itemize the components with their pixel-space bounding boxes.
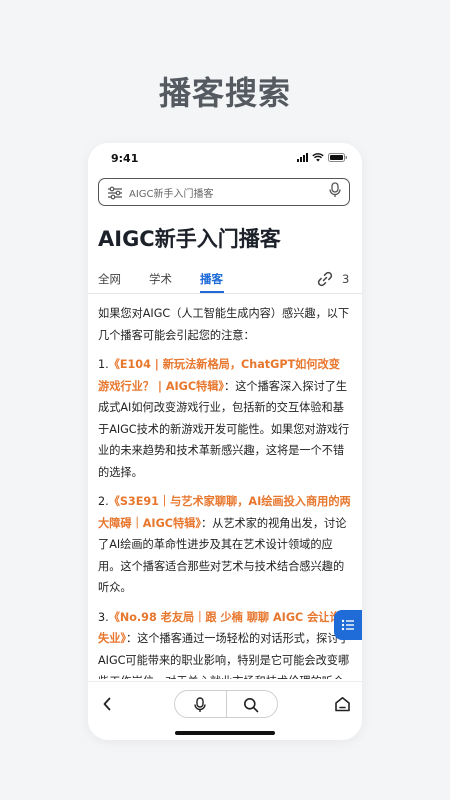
search-input[interactable]: AIGC新手入门播客 xyxy=(98,178,350,206)
tab-all[interactable]: 全网 xyxy=(98,271,121,287)
source-count[interactable]: 3 xyxy=(342,272,349,286)
search-query[interactable]: AIGC新手入门播客 xyxy=(129,185,329,200)
home-indicator xyxy=(175,731,275,735)
outline-button[interactable] xyxy=(334,610,362,640)
battery-icon xyxy=(328,153,348,162)
bottom-toolbar xyxy=(88,681,362,728)
item-description: ：这个播客通过一场轻松的对话形式，探讨了AIGC可能带来的职业影响，特别是它可能… xyxy=(98,632,350,679)
back-icon[interactable] xyxy=(102,696,112,715)
signal-icon xyxy=(297,153,308,162)
tab-bar: 全网 学术 播客 3 xyxy=(88,265,362,294)
answer-intro: 如果您对AIGC（人工智能生成内容）感兴趣，以下几个播客可能会引起您的注意： xyxy=(98,307,350,342)
tab-academic[interactable]: 学术 xyxy=(149,271,172,287)
answer-content: 如果您对AIGC（人工智能生成内容）感兴趣，以下几个播客可能会引起您的注意： 1… xyxy=(98,303,351,679)
pill-divider xyxy=(226,691,227,717)
list-item: 1.《E104 | 新玩法新格局，ChatGPT如何改变游戏行业？ | AIGC… xyxy=(98,354,351,483)
voice-search-pill xyxy=(174,690,278,718)
status-icons xyxy=(297,153,348,162)
tab-podcast[interactable]: 播客 xyxy=(200,271,223,287)
status-time: 9:41 xyxy=(111,152,139,165)
promo-title: 播客搜索 xyxy=(158,74,291,112)
item-number: 2. xyxy=(98,495,109,508)
item-description: ：这个播客深入探讨了生成式AI如何改变游戏行业，包括新的交互体验和基于AIGC技… xyxy=(98,379,350,479)
filter-icon[interactable] xyxy=(107,185,123,200)
list-item: 2.《S3E91｜与艺术家聊聊，AI绘画投入商用的两大障碍｜AIGC特辑》：从艺… xyxy=(98,491,351,599)
item-number: 3. xyxy=(98,610,109,624)
list-icon xyxy=(341,616,355,635)
item-number: 1. xyxy=(98,358,109,371)
mic-icon[interactable] xyxy=(329,182,341,202)
search-icon[interactable] xyxy=(243,697,259,717)
wifi-icon xyxy=(312,153,324,162)
link-icon[interactable] xyxy=(316,270,334,292)
home-icon[interactable] xyxy=(334,696,351,716)
page-title: AIGC新手入门播客 xyxy=(98,227,281,251)
status-bar: 9:41 xyxy=(88,143,362,173)
phone-frame: 9:41 AIGC新手入门播客 AIGC新手入门播客 全网 学术 播客 3 如果… xyxy=(88,143,362,740)
voice-input-button[interactable] xyxy=(194,697,206,717)
active-tab-indicator xyxy=(200,291,224,293)
list-item: 3.《No.98 老友局｜跟 少楠 聊聊 AIGC 会让谁失业》：这个播客通过一… xyxy=(98,607,351,680)
